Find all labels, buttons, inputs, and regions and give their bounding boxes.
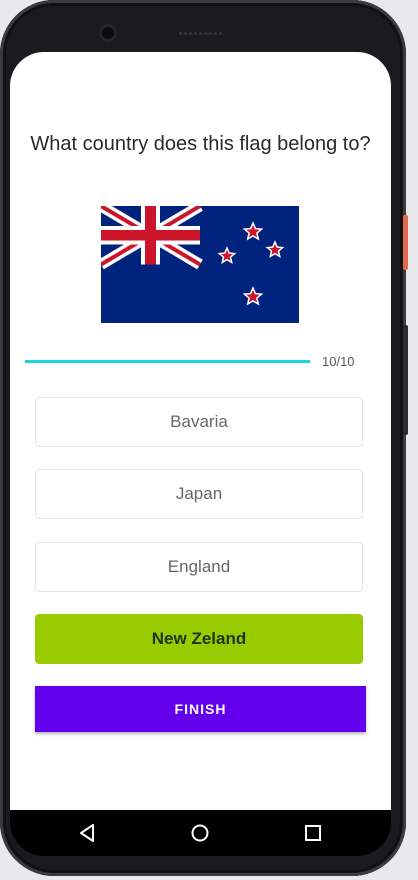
progress-counter: 10/10 <box>322 354 355 369</box>
home-icon[interactable] <box>190 823 210 843</box>
phone-frame: What country does this flag belong to? 1… <box>0 0 408 876</box>
system-navigation-bar <box>10 810 391 856</box>
quiz-progress-bar <box>25 360 310 363</box>
front-camera <box>99 24 117 42</box>
recents-icon[interactable] <box>303 823 323 843</box>
power-button <box>403 215 408 270</box>
app-screen: What country does this flag belong to? 1… <box>10 52 391 810</box>
question-text: What country does this flag belong to? <box>30 133 371 155</box>
answer-option-bavaria[interactable]: Bavaria <box>35 397 363 447</box>
earpiece-speaker <box>178 30 224 37</box>
finish-button[interactable]: FINISH <box>35 686 366 732</box>
new-zealand-flag-icon <box>101 206 299 323</box>
answer-option-new-zeland[interactable]: New Zeland <box>35 614 363 664</box>
back-icon[interactable] <box>78 823 98 843</box>
volume-button <box>403 325 408 435</box>
answer-option-japan[interactable]: Japan <box>35 469 363 519</box>
progress-fill <box>25 360 310 363</box>
answer-option-england[interactable]: England <box>35 542 363 592</box>
